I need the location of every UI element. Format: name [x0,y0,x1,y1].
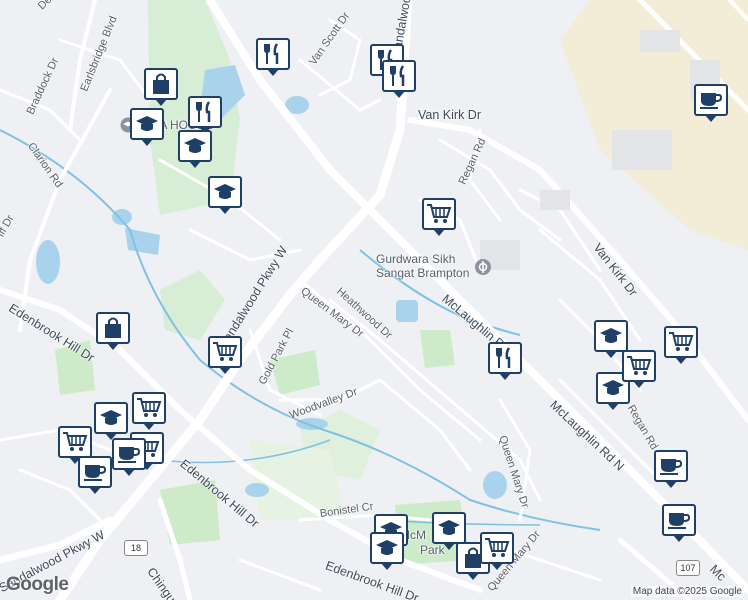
shopping-cart-icon [669,332,694,351]
shopping-bag-icon [105,317,121,338]
coffee-cup-icon [668,513,691,529]
cafe-pin[interactable] [112,438,146,476]
fork-knife-icon [390,65,405,86]
restaurant-pin[interactable] [382,60,416,98]
graduation-cap-icon [184,138,206,153]
place-of-worship-icon[interactable] [474,258,492,276]
grocery-pin[interactable] [208,336,242,374]
coffee-cup-icon [700,93,723,109]
poi-label-park: Park [420,543,445,557]
school-pin[interactable] [94,402,128,440]
cafe-pin[interactable] [662,504,696,542]
shopping-bag-icon [153,73,169,94]
route-107-shield: 107 [676,560,700,576]
grocery-pin[interactable] [422,198,456,236]
shopping-pin[interactable] [144,68,178,106]
route-18-shield: 18 [124,540,148,556]
shopping-cart-icon [137,398,162,417]
grocery-pin[interactable] [58,426,92,464]
restaurant-pin[interactable] [256,38,290,76]
street-label-van-kirk-dr-top: Van Kirk Dr [418,108,481,122]
graduation-cap-icon [376,540,398,555]
poi-label-gurdwara-line2: Sangat Brampton [376,266,470,280]
grocery-pin[interactable] [664,326,698,364]
restaurant-pin[interactable] [488,342,522,380]
cafe-pin[interactable] [654,450,688,488]
grocery-pin[interactable] [622,350,656,388]
shopping-cart-icon [63,432,88,451]
shopping-cart-icon [485,538,510,557]
grocery-pin[interactable] [132,392,166,430]
fork-knife-icon [196,101,211,122]
shopping-cart-icon [213,342,238,361]
shopping-cart-icon [427,204,452,223]
cafe-pin[interactable] [694,84,728,122]
shopping-cart-icon [627,356,652,375]
school-pin[interactable] [594,320,628,358]
school-pin[interactable] [178,130,212,168]
restaurant-pin[interactable] [188,96,222,134]
school-pin[interactable] [208,176,242,214]
coffee-cup-icon [660,459,683,475]
coffee-cup-icon [84,465,107,481]
grocery-pin[interactable] [480,532,514,570]
graduation-cap-icon [438,520,460,535]
graduation-cap-icon [214,184,236,199]
shopping-pin[interactable] [96,312,130,350]
fork-knife-icon [264,43,279,64]
graduation-cap-icon [100,410,122,425]
google-logo[interactable]: Google [6,574,69,596]
map-canvas[interactable]: Devon Earlsbridge Blvd Braddock Dr Clari… [0,0,748,600]
school-pin[interactable] [130,108,164,146]
coffee-cup-icon [118,447,141,463]
fork-knife-icon [496,347,511,368]
cafe-pin[interactable] [78,456,112,494]
school-pin[interactable] [370,532,404,570]
school-pin[interactable] [432,512,466,550]
graduation-cap-icon [136,116,158,131]
poi-label-gurdwara-line1: Gurdwara Sikh [376,252,456,266]
graduation-cap-icon [600,328,622,343]
poi-label-gurdwara: Gurdwara Sikh Sangat Brampton [376,252,469,280]
map-attribution[interactable]: Map data ©2025 Google [630,586,744,597]
